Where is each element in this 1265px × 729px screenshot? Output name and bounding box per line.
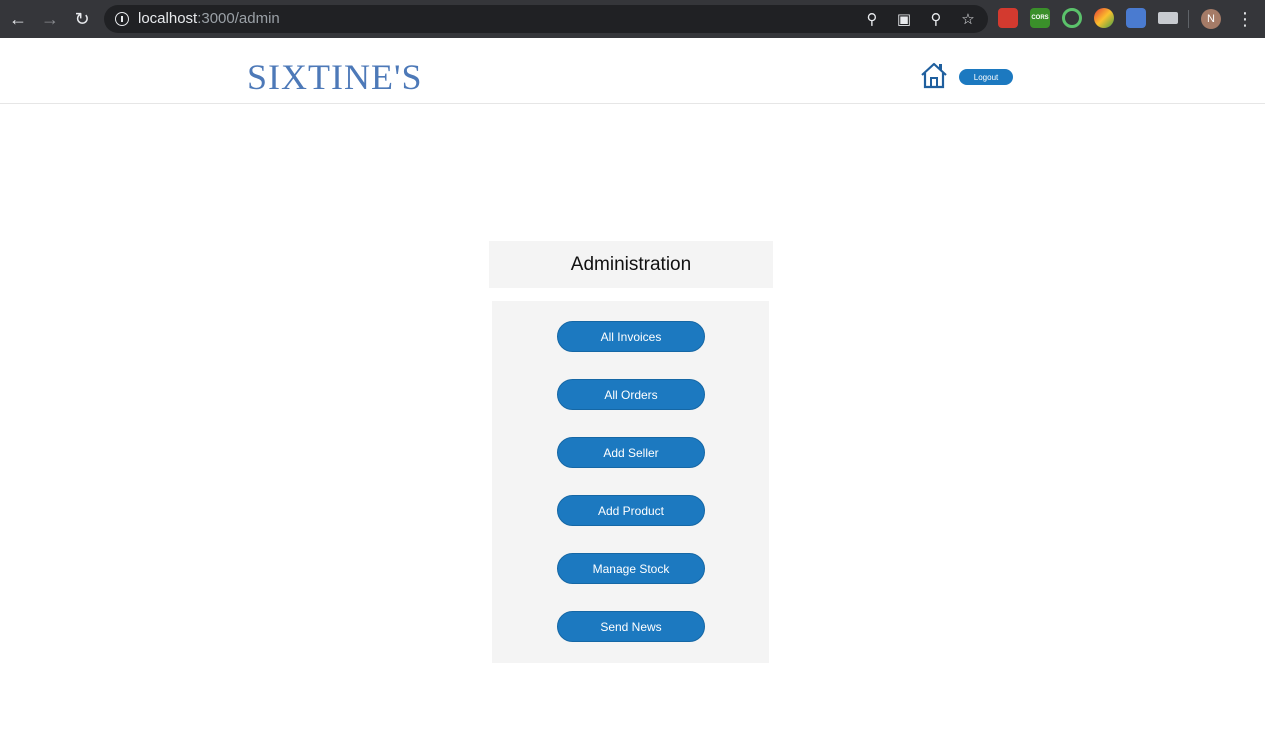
cors-icon[interactable]: CORS — [1030, 8, 1050, 28]
logout-button[interactable]: Logout — [959, 69, 1013, 85]
menu-kebab-icon[interactable]: ⋮ — [1236, 8, 1254, 30]
translate-icon[interactable] — [1126, 8, 1146, 28]
send-news-button[interactable]: Send News — [557, 611, 705, 642]
all-invoices-button[interactable]: All Invoices — [557, 321, 705, 352]
color-picker-icon[interactable] — [1094, 8, 1114, 28]
site-info-icon[interactable] — [115, 12, 129, 26]
reload-icon[interactable]: ↻ — [70, 7, 94, 31]
mail-icon[interactable] — [1158, 12, 1178, 24]
toolbar-divider — [1188, 10, 1189, 28]
key-icon[interactable]: ⚲ — [862, 9, 882, 29]
bookmark-star-icon[interactable]: ☆ — [958, 9, 978, 29]
home-icon[interactable] — [919, 60, 949, 90]
browser-toolbar: ← → ↻ localhost:3000/admin ⚲ ▣ ⚲ ☆ CORS … — [0, 0, 1265, 38]
forward-arrow-icon[interactable]: → — [38, 7, 62, 31]
address-bar[interactable]: localhost:3000/admin ⚲ ▣ ⚲ ☆ — [104, 5, 988, 33]
admin-actions-panel: All Invoices All Orders Add Seller Add P… — [492, 301, 769, 663]
back-arrow-icon[interactable]: ← — [6, 7, 30, 31]
add-product-button[interactable]: Add Product — [557, 495, 705, 526]
add-seller-button[interactable]: Add Seller — [557, 437, 705, 468]
url-host: localhost — [138, 10, 198, 27]
site-header: SIXTINE'S Logout — [0, 38, 1265, 104]
target-icon[interactable] — [1062, 8, 1082, 28]
site-logo[interactable]: SIXTINE'S — [247, 56, 422, 98]
all-orders-button[interactable]: All Orders — [557, 379, 705, 410]
manage-stock-button[interactable]: Manage Stock — [557, 553, 705, 584]
admin-title-box: Administration — [489, 241, 773, 288]
zoom-icon[interactable]: ⚲ — [926, 9, 946, 29]
profile-avatar[interactable]: N — [1201, 9, 1221, 29]
extension-red-icon[interactable] — [998, 8, 1018, 28]
url-path: :3000/admin — [197, 10, 280, 27]
page-title: Administration — [570, 253, 692, 275]
translate-page-icon[interactable]: ▣ — [894, 9, 914, 29]
url-text[interactable]: localhost:3000/admin — [138, 10, 280, 27]
